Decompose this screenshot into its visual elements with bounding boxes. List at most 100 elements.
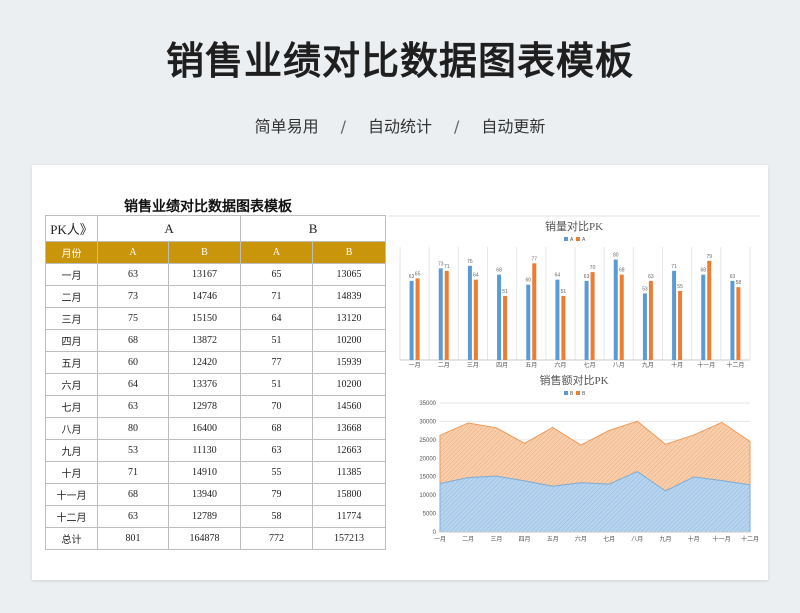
cell-month[interactable]: 八月 xyxy=(45,417,98,440)
cell-b-amount[interactable]: 13065 xyxy=(312,263,387,286)
bar-orange xyxy=(503,295,508,360)
spreadsheet-panel: 销售业绩对比数据图表模板 PK人》 A B 月份 A B A B 一月 63 131… xyxy=(32,165,768,580)
bar-orange xyxy=(648,280,653,360)
cell-month[interactable]: 七月 xyxy=(45,395,98,418)
x-tick-label: 四月 xyxy=(496,362,508,369)
cell-a-amount[interactable]: 13167 xyxy=(167,263,242,286)
bar-value-label: 68 xyxy=(700,268,706,274)
cell-a-qty[interactable]: 60 xyxy=(97,351,169,374)
bar-value-label: 71 xyxy=(671,264,677,270)
cell-a-qty[interactable]: 68 xyxy=(97,329,169,352)
area-chart-title: 销售额对比PK xyxy=(539,373,608,387)
cell-b-qty[interactable]: 51 xyxy=(240,329,314,352)
cell-a-amount[interactable]: 164878 xyxy=(167,527,242,550)
cell-a-qty[interactable]: 63 xyxy=(97,505,169,528)
x-tick-label: 五月 xyxy=(525,362,537,369)
header-cell-person-b[interactable]: B xyxy=(240,215,387,242)
cell-month[interactable]: 三月 xyxy=(45,307,98,330)
cell-a-qty[interactable]: 68 xyxy=(97,483,169,506)
cell-b-qty[interactable]: 55 xyxy=(240,461,314,484)
cell-a-qty[interactable]: 801 xyxy=(97,527,169,550)
cell-b-qty[interactable]: 51 xyxy=(240,373,314,396)
cell-b-amount[interactable]: 14560 xyxy=(312,395,387,418)
cell-a-amount[interactable]: 12978 xyxy=(167,395,242,418)
cell-b-qty[interactable]: 77 xyxy=(240,351,314,374)
cell-month[interactable]: 十月 xyxy=(45,461,98,484)
cell-a-qty[interactable]: 73 xyxy=(97,285,169,308)
header-cell-person-a[interactable]: A xyxy=(96,215,242,242)
cell-b-qty[interactable]: 71 xyxy=(240,285,314,308)
cell-b-amount[interactable]: 14839 xyxy=(312,285,387,308)
cell-b-amount[interactable]: 157213 xyxy=(312,527,387,550)
cell-a-amount[interactable]: 12789 xyxy=(167,505,242,528)
cell-b-qty[interactable]: 68 xyxy=(240,417,314,440)
x-tick-label: 八月 xyxy=(613,362,625,369)
x-tick-label: 六月 xyxy=(554,361,566,369)
cell-b-qty[interactable]: 58 xyxy=(240,505,314,528)
header-cell-a-qty[interactable]: A xyxy=(97,241,169,264)
cell-b-qty[interactable]: 772 xyxy=(240,527,314,550)
cell-a-amount[interactable]: 11130 xyxy=(167,439,242,462)
bar-value-label: 63 xyxy=(730,274,736,280)
cell-month[interactable]: 六月 xyxy=(45,373,98,396)
cell-month[interactable]: 四月 xyxy=(45,329,98,352)
cell-a-amount[interactable]: 13872 xyxy=(167,329,242,352)
cell-month[interactable]: 总计 xyxy=(45,527,98,550)
cell-b-amount[interactable]: 11385 xyxy=(312,461,387,484)
cell-a-qty[interactable]: 63 xyxy=(97,395,169,418)
cell-a-qty[interactable]: 63 xyxy=(97,263,169,286)
cell-a-amount[interactable]: 14910 xyxy=(167,461,242,484)
bar-blue xyxy=(672,270,677,360)
header-cell-b-qty[interactable]: A xyxy=(240,241,314,264)
legend-label-1: B xyxy=(582,391,586,397)
header-cell-a-amount[interactable]: B xyxy=(167,241,242,264)
cell-month[interactable]: 二月 xyxy=(45,285,98,308)
cell-b-qty[interactable]: 64 xyxy=(240,307,314,330)
cell-month[interactable]: 一月 xyxy=(45,263,98,286)
x-tick-label: 九月 xyxy=(642,361,654,369)
cell-a-amount[interactable]: 15150 xyxy=(167,307,242,330)
bar-blue xyxy=(701,274,706,360)
cell-a-amount[interactable]: 13940 xyxy=(167,483,242,506)
cell-a-qty[interactable]: 53 xyxy=(97,439,169,462)
table-row: 八月 80 16400 68 13668 xyxy=(45,417,387,440)
quantity-bar-chart: 销量对比PKA A63 65一月73 71二月7564三月6851四月6077五月64… xyxy=(388,215,760,369)
cell-a-amount[interactable]: 12420 xyxy=(167,351,242,374)
cell-month[interactable]: 九月 xyxy=(45,439,98,462)
header-cell-month[interactable]: 月份 xyxy=(45,241,98,264)
table-total-row: 总计 801 164878 772 157213 xyxy=(45,527,387,550)
cell-a-amount[interactable]: 14746 xyxy=(167,285,242,308)
cell-a-amount[interactable]: 13376 xyxy=(167,373,242,396)
x-tick-label: 十月 xyxy=(671,361,683,369)
cell-b-amount[interactable]: 13668 xyxy=(312,417,387,440)
cell-b-qty[interactable]: 63 xyxy=(240,439,314,462)
x-tick-label: 十月 xyxy=(688,535,700,543)
table-row: 四月 68 13872 51 10200 xyxy=(45,329,387,352)
cell-b-amount[interactable]: 10200 xyxy=(312,329,387,352)
cell-b-amount[interactable]: 15939 xyxy=(312,351,387,374)
cell-b-amount[interactable]: 12663 xyxy=(312,439,387,462)
cell-b-qty[interactable]: 65 xyxy=(240,263,314,286)
cell-b-amount[interactable]: 13120 xyxy=(312,307,387,330)
header-cell-b-amount[interactable]: B xyxy=(312,241,387,264)
bar-orange xyxy=(532,263,537,360)
cell-a-qty[interactable]: 71 xyxy=(97,461,169,484)
cell-month[interactable]: 五月 xyxy=(45,351,98,374)
cell-b-qty[interactable]: 79 xyxy=(240,483,314,506)
cell-b-amount[interactable]: 15800 xyxy=(312,483,387,506)
cell-a-qty[interactable]: 80 xyxy=(97,417,169,440)
header-cell-pk[interactable]: PK人》 xyxy=(45,215,98,242)
cell-b-amount[interactable]: 10200 xyxy=(312,373,387,396)
cell-b-amount[interactable]: 11774 xyxy=(312,505,387,528)
bar-orange xyxy=(678,290,683,360)
y-tick-label: 35000 xyxy=(419,401,436,407)
bar-blue xyxy=(497,274,502,360)
cell-a-qty[interactable]: 64 xyxy=(97,373,169,396)
cell-month[interactable]: 十二月 xyxy=(45,505,98,528)
table-subheader-row: 月份 A B A B xyxy=(45,241,387,264)
cell-a-qty[interactable]: 75 xyxy=(97,307,169,330)
x-tick-label: 七月 xyxy=(584,361,596,369)
cell-month[interactable]: 十一月 xyxy=(45,483,98,506)
cell-b-qty[interactable]: 70 xyxy=(240,395,314,418)
cell-a-amount[interactable]: 16400 xyxy=(167,417,242,440)
